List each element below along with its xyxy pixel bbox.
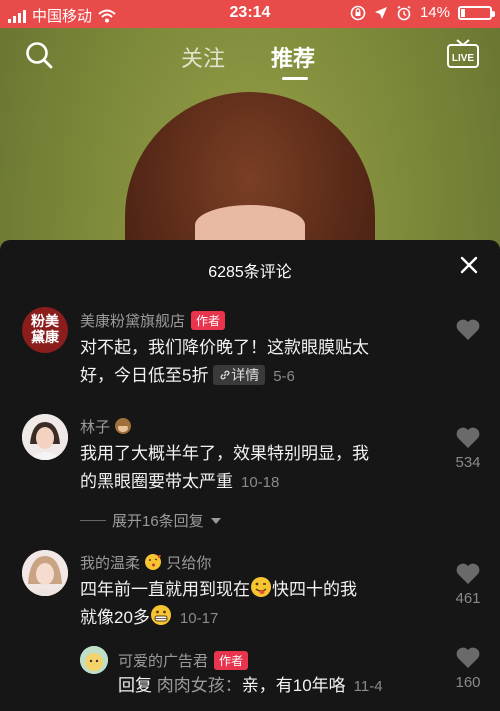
comment-text: 四年前一直就用到现在 快四十的我 就像20多 10-17 <box>80 576 460 633</box>
reply-to-user: 肉肉女孩： <box>156 676 242 695</box>
comment-author[interactable]: 美康粉黛旗舰店 作者 <box>80 310 226 331</box>
winking-tongue-emoji-icon <box>251 577 271 597</box>
comment-text: 对不起，我们降价晚了！这款眼膜贴太 好，今日低至5折 详情 5-6 <box>80 338 369 385</box>
heart-icon <box>456 319 480 340</box>
like-button[interactable]: 461 <box>450 562 486 607</box>
status-right: 14% <box>350 4 495 21</box>
tab-follow[interactable]: 关注 <box>181 41 225 73</box>
like-count: 160 <box>455 674 481 691</box>
status-bar: 中国移动 23:14 14% <box>0 0 500 28</box>
comments-count-title: 6285条评论 <box>208 264 292 281</box>
heart-icon <box>456 427 480 448</box>
expand-divider <box>80 520 106 521</box>
like-count: 461 <box>455 590 481 607</box>
battery-percent: 14% <box>419 4 450 21</box>
comment-date: 11-4 <box>353 678 383 695</box>
like-count: 534 <box>455 454 481 471</box>
comment-date: 10-17 <box>179 610 219 627</box>
heart-icon <box>456 647 480 668</box>
store-logo: 粉美黛康 <box>31 314 59 346</box>
reply-author[interactable]: 可爱的广告君 作者 <box>118 650 249 671</box>
like-button[interactable]: 160 <box>450 646 486 691</box>
active-tab-indicator <box>282 77 308 80</box>
avatar[interactable] <box>80 646 108 674</box>
live-label: LIVE <box>452 53 475 64</box>
avatar-image <box>22 414 68 460</box>
comment-text: 我用了大概半年了，效果特别明显，我 的黑眼圈要带太严重 10-18 <box>80 444 369 491</box>
search-icon[interactable] <box>24 40 54 70</box>
avatar[interactable]: 粉美黛康 <box>22 307 68 353</box>
comment-date: 10-18 <box>241 474 280 491</box>
avatar[interactable] <box>22 414 68 460</box>
detail-link[interactable]: 详情 <box>213 365 266 385</box>
like-button[interactable]: 534 <box>450 426 486 471</box>
avatar-image <box>22 550 68 596</box>
like-button[interactable] <box>450 318 486 346</box>
grimacing-emoji-icon <box>150 605 171 625</box>
live-tv-icon[interactable]: LIVE <box>446 38 480 70</box>
avatar[interactable] <box>22 550 68 596</box>
kiss-emoji-icon <box>145 554 162 570</box>
tab-recommend[interactable]: 推荐 <box>271 41 315 73</box>
avatar-image <box>80 646 108 674</box>
chevron-down-icon <box>210 517 221 524</box>
comment-author[interactable]: 我的温柔 只给你 <box>80 552 211 573</box>
expand-replies-label: 展开16条回复 <box>112 513 204 530</box>
monkey-emoji-icon <box>115 418 132 434</box>
author-badge: 作者 <box>191 311 226 330</box>
reply-text: 回复 肉肉女孩：亲，有10年咯 11-4 <box>118 676 383 695</box>
alarm-icon <box>397 5 411 20</box>
top-nav: 关注 推荐 LIVE <box>0 28 500 88</box>
comments-panel: 6285条评论 粉美黛康 美康粉黛旗舰店 作者 对不起，我们降价晚了！这款眼膜贴太… <box>0 240 500 711</box>
author-badge: 作者 <box>214 651 249 670</box>
close-icon[interactable] <box>460 256 478 274</box>
comment-date: 5-6 <box>273 368 295 385</box>
link-icon <box>220 370 230 380</box>
heart-icon <box>456 563 480 584</box>
screen-lock-icon <box>350 5 366 20</box>
comment-author[interactable]: 林子 <box>80 416 132 437</box>
video-subject-face <box>195 205 305 245</box>
expand-replies-button[interactable]: 展开16条回复 <box>80 510 222 531</box>
battery-icon <box>458 5 495 20</box>
location-icon <box>374 6 387 19</box>
